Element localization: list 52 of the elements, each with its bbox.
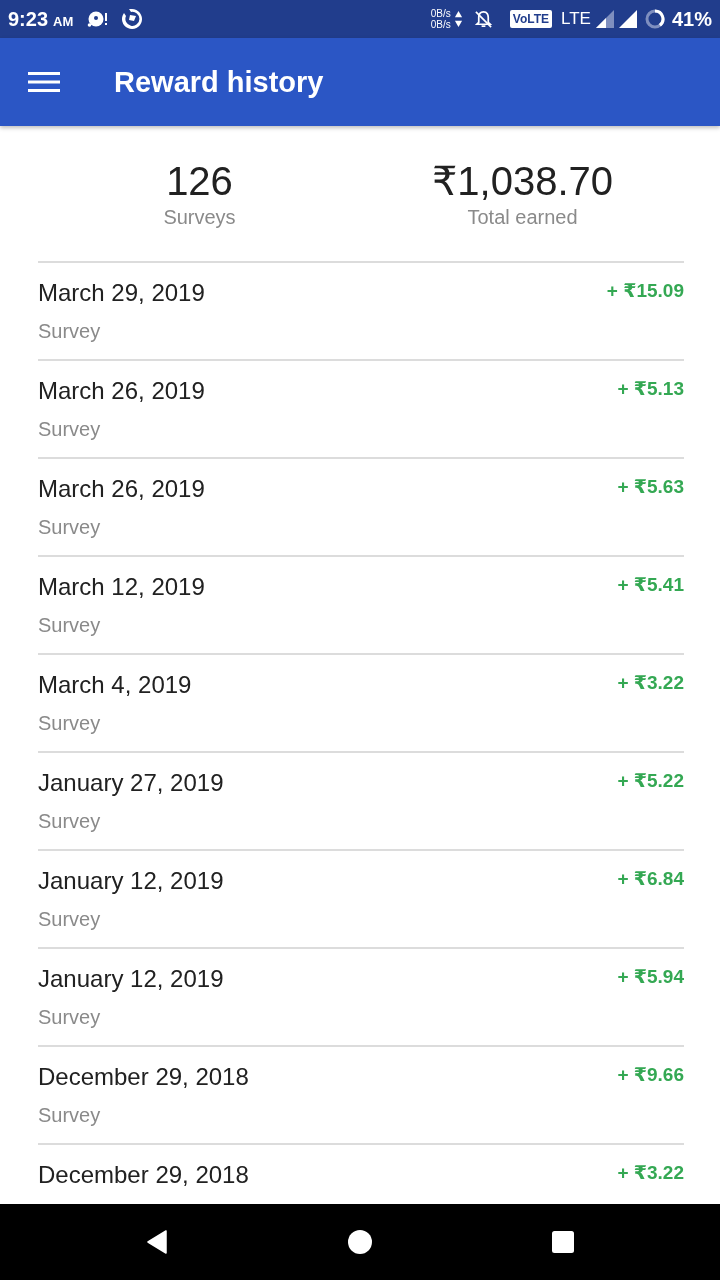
- reward-date: December 29, 2018: [38, 1161, 249, 1189]
- network-type: LTE: [561, 9, 591, 29]
- reward-amount: + ₹5.22: [617, 769, 684, 793]
- download-speed: 0B/s: [430, 19, 451, 30]
- battery-ring-icon: [644, 9, 665, 29]
- reward-type: Survey: [38, 417, 102, 441]
- reward-type: Survey: [38, 907, 102, 931]
- reward-date: January 12, 2019: [38, 965, 224, 993]
- reward-type: Survey: [38, 319, 102, 343]
- bell-off-icon: [473, 9, 493, 29]
- reward-amount: + ₹9.66: [617, 1063, 684, 1087]
- volte-badge: VoLTE: [509, 10, 553, 28]
- reward-type: Survey: [38, 809, 102, 833]
- signal-icon: [595, 10, 614, 28]
- battery-percent: 41%: [671, 7, 712, 31]
- reward-type: Survey: [38, 515, 102, 539]
- reward-amount: + ₹15.09: [606, 279, 684, 303]
- reward-amount: + ₹5.63: [617, 475, 684, 499]
- clock-am-pm: AM: [53, 13, 74, 29]
- reward-type: Survey: [38, 1103, 102, 1127]
- recents-icon: [551, 1231, 574, 1253]
- reward-date: March 26, 2019: [38, 377, 205, 405]
- reward-type: Survey: [38, 1005, 102, 1029]
- reward-type: Survey: [38, 711, 102, 735]
- reward-date: March 4, 2019: [38, 671, 192, 699]
- clock-time: 9:23: [8, 7, 49, 31]
- disc-alert-icon: [87, 10, 110, 28]
- circular-logo-icon: [121, 8, 144, 30]
- stat-label: Total earned: [467, 206, 578, 229]
- reward-amount: + ₹5.41: [617, 573, 684, 597]
- home-icon: [348, 1230, 372, 1254]
- reward-type: Survey: [38, 613, 102, 637]
- reward-date: December 29, 2018: [38, 1063, 249, 1091]
- reward-amount: + ₹5.13: [617, 377, 684, 401]
- reward-date: January 27, 2019: [38, 769, 224, 797]
- reward-amount: + ₹6.84: [617, 867, 684, 891]
- signal-icon: [618, 10, 637, 28]
- reward-amount: + ₹5.94: [617, 965, 684, 989]
- data-arrows-icon: [453, 10, 463, 28]
- reward-date: January 12, 2019: [38, 867, 224, 895]
- reward-amount: + ₹3.22: [617, 1161, 684, 1185]
- stat-value: 126: [166, 158, 233, 204]
- back-icon: [147, 1230, 168, 1254]
- reward-date: March 12, 2019: [38, 573, 205, 601]
- reward-amount: + ₹3.22: [617, 671, 684, 695]
- stat-value: ₹1,038.70: [431, 158, 614, 204]
- reward-date: March 29, 2019: [38, 279, 205, 307]
- reward-date: March 26, 2019: [38, 475, 205, 503]
- menu-icon: [28, 72, 60, 92]
- upload-speed: 0B/s: [430, 8, 451, 19]
- stat-label: Surveys: [163, 206, 236, 229]
- screen-title: Reward history: [114, 65, 324, 99]
